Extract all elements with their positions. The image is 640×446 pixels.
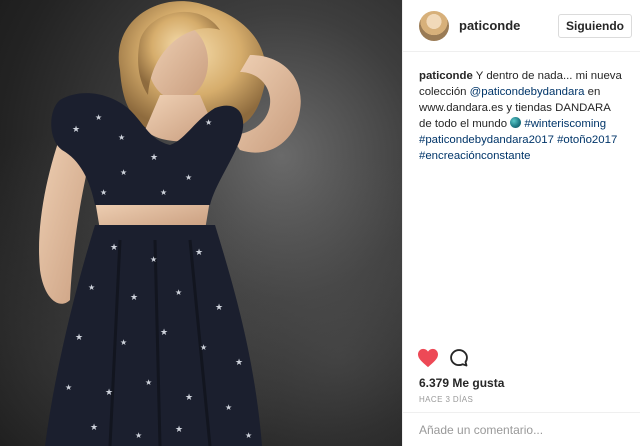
svg-text:★: ★ — [130, 293, 138, 303]
comment-icon[interactable] — [449, 348, 469, 373]
caption-mention[interactable]: @paticondebydandara — [470, 86, 585, 98]
header-username[interactable]: paticonde — [459, 18, 558, 33]
svg-text:★: ★ — [75, 333, 83, 343]
svg-text:★: ★ — [175, 425, 183, 435]
like-count[interactable]: 6.379 Me gusta — [419, 376, 504, 390]
svg-text:★: ★ — [175, 288, 182, 297]
svg-text:★: ★ — [215, 303, 223, 313]
post-caption: paticonde Y dentro de nada... mi nueva c… — [403, 52, 640, 164]
svg-text:★: ★ — [88, 283, 95, 292]
svg-text:★: ★ — [65, 383, 72, 392]
svg-text:★: ★ — [135, 431, 142, 440]
svg-text:★: ★ — [235, 358, 243, 368]
hashtag[interactable]: #paticondebydandara2017 — [419, 134, 554, 146]
svg-text:★: ★ — [200, 343, 207, 352]
hashtag[interactable]: #encreaciónconstante — [419, 150, 530, 162]
svg-text:★: ★ — [105, 388, 113, 398]
svg-text:★: ★ — [150, 255, 157, 264]
svg-text:★: ★ — [150, 153, 158, 163]
svg-text:★: ★ — [120, 338, 127, 347]
post-header: paticonde Siguiendo — [403, 0, 640, 52]
comment-bar — [403, 412, 640, 446]
svg-text:★: ★ — [90, 423, 98, 433]
svg-text:★: ★ — [145, 378, 152, 387]
svg-text:★: ★ — [225, 403, 232, 412]
svg-text:★: ★ — [185, 393, 193, 403]
svg-text:★: ★ — [95, 113, 102, 122]
post-timestamp[interactable]: HACE 3 DÍAS — [419, 395, 473, 404]
post-sidebar: paticonde Siguiendo paticonde Y dentro d… — [402, 0, 640, 446]
following-button[interactable]: Siguiendo — [558, 13, 632, 38]
svg-text:★: ★ — [185, 173, 192, 182]
post-actions — [417, 348, 469, 373]
svg-text:★: ★ — [110, 243, 118, 253]
instagram-post: ★ ★ ★ ★ ★ ★ ★ ★ ★ ★ ★ ★ ★ ★ ★ ★ ★ ★ ★ ★ — [0, 0, 640, 446]
hashtag[interactable]: #otoño2017 — [557, 134, 617, 146]
svg-text:★: ★ — [118, 133, 125, 142]
svg-text:★: ★ — [195, 248, 203, 258]
heart-icon[interactable] — [417, 348, 439, 373]
svg-text:★: ★ — [160, 328, 168, 338]
svg-text:★: ★ — [205, 118, 212, 127]
svg-text:★: ★ — [72, 125, 80, 135]
caption-username[interactable]: paticonde — [419, 70, 473, 82]
svg-text:★: ★ — [245, 431, 252, 440]
svg-text:★: ★ — [120, 168, 127, 177]
globe-icon — [510, 117, 522, 128]
hashtag[interactable]: #winteriscoming — [524, 118, 606, 130]
photo-illustration: ★ ★ ★ ★ ★ ★ ★ ★ ★ ★ ★ ★ ★ ★ ★ ★ ★ ★ ★ ★ — [39, 1, 301, 446]
svg-text:★: ★ — [160, 188, 167, 197]
post-photo[interactable]: ★ ★ ★ ★ ★ ★ ★ ★ ★ ★ ★ ★ ★ ★ ★ ★ ★ ★ ★ ★ — [0, 0, 402, 446]
avatar[interactable] — [419, 10, 449, 41]
comment-input[interactable] — [419, 422, 624, 437]
svg-text:★: ★ — [100, 188, 107, 197]
